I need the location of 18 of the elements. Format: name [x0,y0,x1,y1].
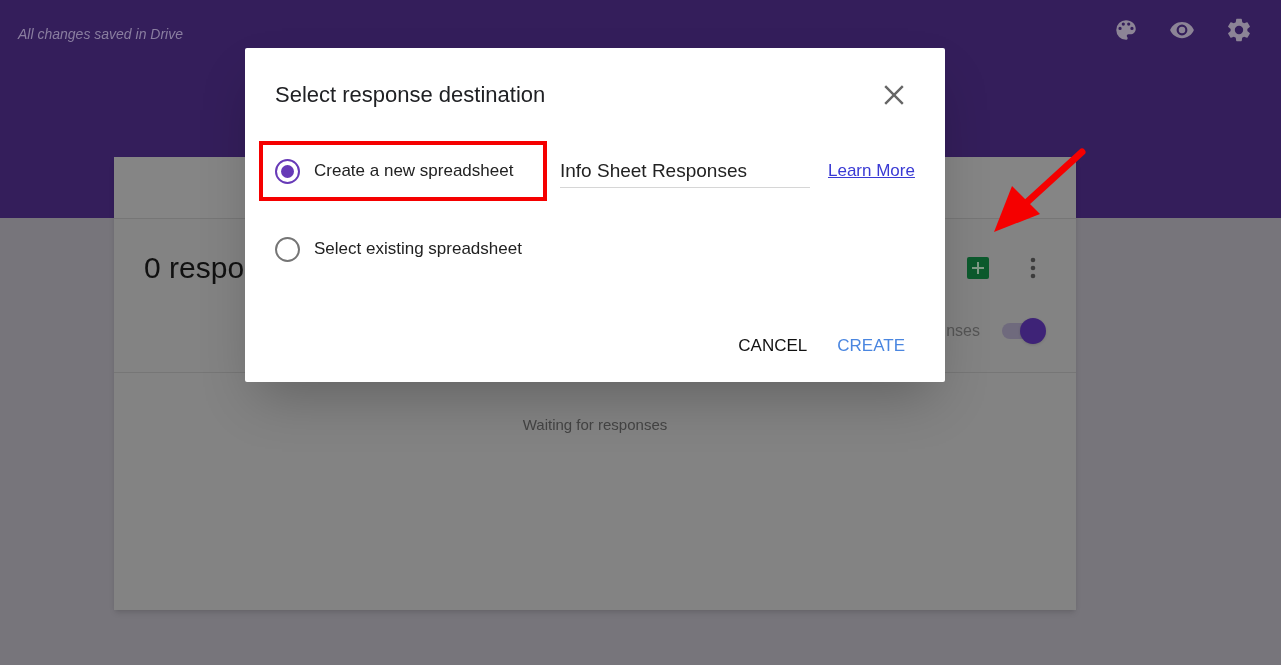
learn-more-link[interactable]: Learn More [828,158,915,184]
option-label: Create a new spreadsheet [314,160,514,183]
more-icon[interactable] [1030,256,1036,279]
spreadsheet-icon[interactable] [966,255,990,280]
dialog-title: Select response destination [275,81,546,109]
save-status: All changes saved in Drive [18,25,183,44]
palette-icon[interactable] [1113,17,1139,43]
radio-button[interactable] [275,158,300,184]
dialog-button[interactable]: CREATE [837,333,905,359]
radio-button[interactable] [275,236,300,262]
empty-message: Waiting for responses [522,415,668,435]
accepting-toggle[interactable] [1000,318,1046,344]
card-title: 0 respo [144,250,245,286]
settings-icon[interactable] [1225,16,1253,44]
spreadsheet-name-field[interactable]: Info Sheet Responses [560,154,810,188]
option-label: Select existing spreadsheet [314,238,522,261]
dialog-button[interactable]: CANCEL [738,333,808,359]
close-icon[interactable] [883,83,905,106]
